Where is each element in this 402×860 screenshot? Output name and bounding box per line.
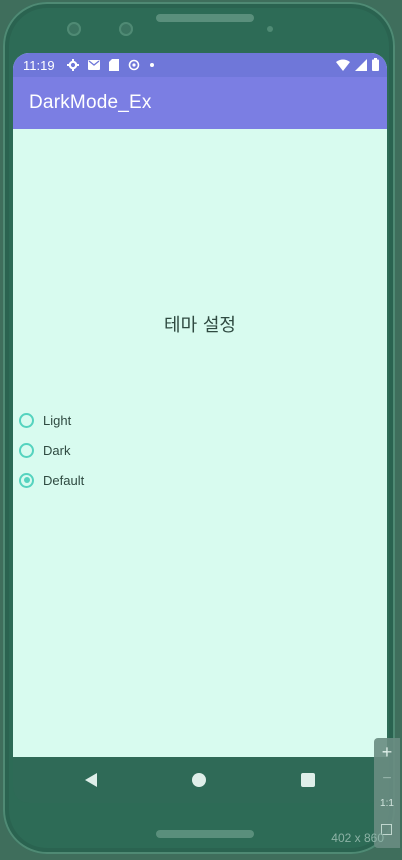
zoom-actual-size-button[interactable]: 1:1 bbox=[374, 798, 400, 809]
sync-icon bbox=[128, 59, 139, 71]
radio-option-dark[interactable]: Dark bbox=[19, 435, 84, 465]
dot-icon bbox=[149, 63, 154, 67]
back-icon[interactable] bbox=[85, 773, 97, 787]
zoom-out-button[interactable]: − bbox=[374, 770, 400, 788]
radio-button-dark[interactable] bbox=[19, 442, 34, 458]
top-speaker bbox=[156, 14, 254, 22]
app-title: DarkMode_Ex bbox=[29, 92, 152, 113]
theme-settings-heading: 테마 설정 bbox=[164, 315, 236, 336]
radio-button-light[interactable] bbox=[19, 412, 34, 428]
front-camera-icon bbox=[67, 22, 81, 36]
zoom-in-button[interactable]: + bbox=[374, 742, 400, 763]
radio-label-dark: Dark bbox=[43, 442, 71, 458]
radio-option-default[interactable]: Default bbox=[19, 465, 84, 495]
radio-label-default: Default bbox=[43, 472, 85, 488]
screen-size-label: 402 x 860 bbox=[331, 831, 384, 845]
status-time: 11:19 bbox=[23, 57, 55, 73]
wifi-icon bbox=[336, 59, 350, 71]
battery-icon bbox=[372, 58, 379, 71]
app-bar: DarkMode_Ex bbox=[13, 77, 387, 129]
sim-card-icon bbox=[108, 59, 119, 71]
mail-icon bbox=[87, 60, 100, 70]
status-bar: 11:19 bbox=[13, 53, 387, 77]
front-camera-icon bbox=[119, 22, 133, 36]
radio-label-light: Light bbox=[43, 412, 72, 428]
app-screen: 11:19 DarkMode_Ex 테마 설정 Light Dark Defau… bbox=[13, 53, 387, 757]
system-status-icons bbox=[336, 58, 379, 71]
bottom-speaker bbox=[156, 830, 254, 838]
recent-apps-icon[interactable] bbox=[301, 773, 315, 787]
radio-option-light[interactable]: Light bbox=[19, 405, 84, 435]
signal-icon bbox=[355, 58, 367, 71]
navigation-bar bbox=[13, 757, 387, 803]
theme-radio-group: Light Dark Default bbox=[19, 405, 84, 495]
gear-icon bbox=[66, 59, 79, 71]
proximity-sensor bbox=[267, 26, 273, 32]
home-icon[interactable] bbox=[192, 773, 206, 787]
radio-button-default[interactable] bbox=[19, 472, 34, 488]
notification-icons bbox=[66, 59, 155, 71]
